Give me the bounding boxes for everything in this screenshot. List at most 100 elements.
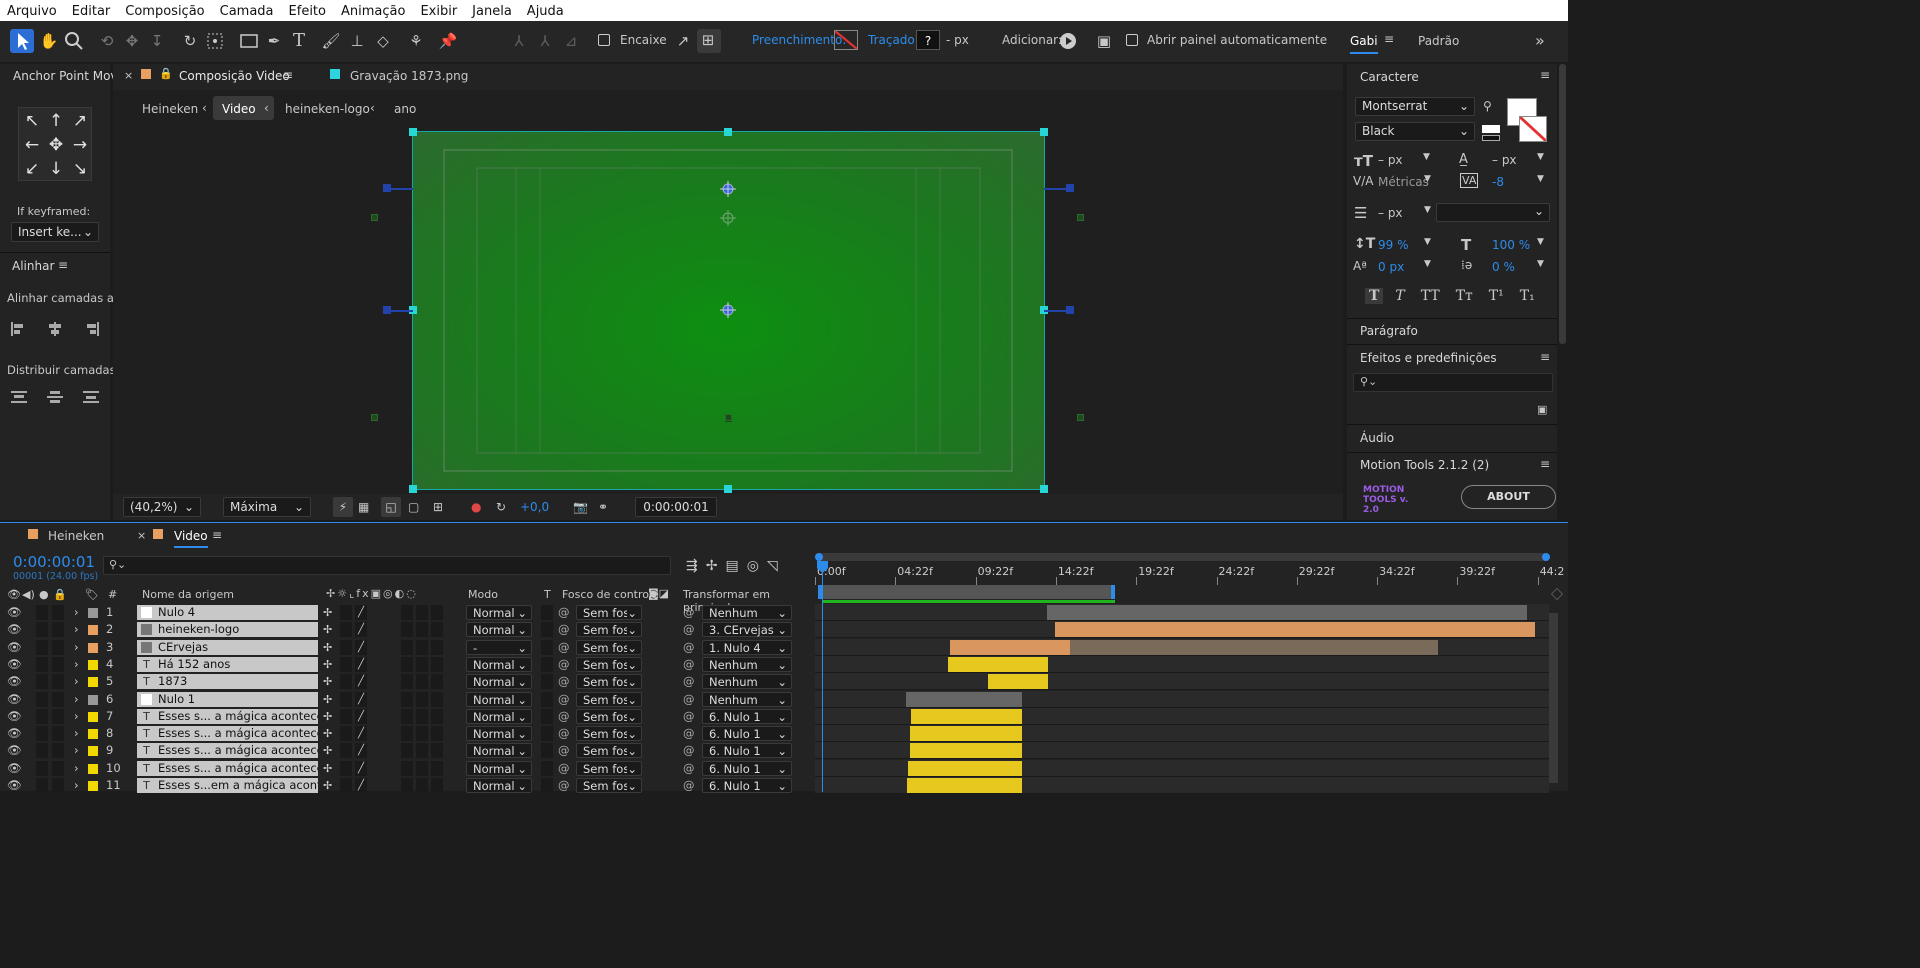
parent-select[interactable]: 6. Nulo 1 ⌄ <box>702 778 792 793</box>
lock-switch[interactable] <box>52 778 64 793</box>
matte-pickwhip-icon[interactable]: @ <box>558 761 570 776</box>
dropdown-arrow-icon[interactable]: ▼ <box>1423 152 1430 162</box>
collapse-switch[interactable] <box>340 622 352 638</box>
adjustment-switch[interactable] <box>416 691 428 707</box>
parent-select[interactable]: 6. Nulo 1 ⌄ <box>702 726 792 742</box>
dropdown-arrow-icon[interactable]: ▼ <box>1537 152 1544 162</box>
layer-handle[interactable] <box>1066 184 1074 192</box>
3d-switch[interactable] <box>431 622 443 638</box>
3d-switch[interactable] <box>431 778 443 793</box>
expand-chevron-icon[interactable]: › <box>74 657 79 672</box>
horizontal-scale-value[interactable]: 100 % <box>1492 238 1530 252</box>
layer-name[interactable]: Esses s... a mágica acontecer 3 <box>158 743 318 758</box>
table-row[interactable]: 👁 › 11 T Esses s...em a mágica acontecer… <box>0 777 1549 794</box>
parent-pickwhip-icon[interactable]: @ <box>683 743 695 758</box>
shy-switch-icon[interactable]: ✢ <box>323 674 337 689</box>
zoom-select[interactable]: (40,2%) ⌄ <box>123 497 201 517</box>
right-scrollbar[interactable] <box>1559 64 1566 344</box>
quality-switch-icon[interactable]: ╱ <box>355 691 367 707</box>
anchor-tool-icon[interactable] <box>204 30 226 55</box>
3d-switch[interactable] <box>431 674 443 690</box>
fast-preview-icon[interactable]: ⚡ <box>333 497 353 517</box>
expand-chevron-icon[interactable]: › <box>74 622 79 637</box>
adjustment-switch[interactable] <box>416 605 428 620</box>
timeline-scrollbar[interactable] <box>1549 613 1558 783</box>
preserve-transparency-switch[interactable] <box>541 639 553 655</box>
adjustment-switch[interactable] <box>416 639 428 655</box>
baseline-shift-value[interactable]: 0 px <box>1378 260 1404 274</box>
3d-switch[interactable] <box>431 656 443 672</box>
lock-switch[interactable] <box>52 691 64 707</box>
blend-mode-select[interactable]: Normal ⌄ <box>466 760 532 776</box>
adjustment-switch[interactable] <box>416 656 428 672</box>
preserve-transparency-switch[interactable] <box>541 760 553 776</box>
parent-select[interactable]: 6. Nulo 1 ⌄ <box>702 760 792 776</box>
menu-item[interactable]: Arquivo <box>0 0 65 21</box>
anchor-bottom-left-icon[interactable]: ↙ <box>25 159 39 179</box>
layer-name[interactable]: heineken-logo <box>158 622 318 637</box>
dropdown-arrow-icon[interactable]: ▼ <box>1537 237 1544 247</box>
layer-duration-bar[interactable] <box>1047 605 1527 620</box>
blend-mode-select[interactable]: Normal ⌄ <box>466 708 532 724</box>
all-caps-icon[interactable]: TT <box>1417 288 1444 304</box>
layer-name[interactable]: Esses s... a mágica acontecer 2 <box>158 761 318 776</box>
layer-label-color[interactable] <box>88 659 98 670</box>
dropdown-arrow-icon[interactable]: ▼ <box>1424 174 1431 184</box>
track-matte-select[interactable]: Sem fos ⌄ <box>576 605 642 620</box>
stroke-width-value[interactable]: - px <box>946 33 969 47</box>
align-left-icon[interactable] <box>10 321 28 340</box>
lock-switch[interactable] <box>52 622 64 638</box>
expand-chevron-icon[interactable]: › <box>74 761 79 776</box>
matte-pickwhip-icon[interactable]: @ <box>558 674 570 689</box>
expand-chevron-icon[interactable]: › <box>74 605 79 620</box>
solo-switch[interactable] <box>36 708 48 724</box>
transform-handle[interactable] <box>409 128 417 136</box>
axis-local-icon[interactable]: ⅄ <box>508 30 530 52</box>
motion-blur-switch[interactable] <box>401 656 413 672</box>
motion-blur-switch[interactable] <box>401 622 413 638</box>
transform-handle[interactable] <box>724 485 732 493</box>
quality-switch-icon[interactable]: ╱ <box>355 622 367 638</box>
layer-label-color[interactable] <box>88 625 98 636</box>
adjustment-switch[interactable] <box>416 622 428 638</box>
quality-switch-icon[interactable]: ╱ <box>355 778 367 793</box>
visibility-eye-icon[interactable]: 👁 <box>7 692 22 707</box>
layer-duration-bar[interactable] <box>910 726 1022 742</box>
3d-switch[interactable] <box>431 743 443 759</box>
layer-handle[interactable] <box>383 306 391 314</box>
distribute-center-icon[interactable] <box>46 389 64 408</box>
3d-switch[interactable] <box>431 760 443 776</box>
resolution-select[interactable]: Máxima ⌄ <box>223 497 311 517</box>
dropdown-arrow-icon[interactable]: ▼ <box>1424 259 1431 269</box>
layer-label-color[interactable] <box>88 608 98 618</box>
expand-chevron-icon[interactable]: › <box>74 709 79 724</box>
anchor-bottom-icon[interactable]: ↓ <box>49 159 63 179</box>
shy-switch-icon[interactable]: ✢ <box>323 622 337 637</box>
table-row[interactable]: 👁 › 9 T Esses s... a mágica acontecer 3 … <box>0 742 1549 760</box>
shy-switch-icon[interactable]: ✢ <box>323 726 337 741</box>
collapse-switch[interactable] <box>340 674 352 690</box>
3d-switch[interactable] <box>431 605 443 620</box>
track-matte-select[interactable]: Sem fos ⌄ <box>576 708 642 724</box>
parent-select[interactable]: 1. Nulo 4 ⌄ <box>702 639 792 655</box>
dropdown-arrow-icon[interactable]: ▼ <box>1537 174 1544 184</box>
shy-switch-icon[interactable]: ✢ <box>323 709 337 724</box>
solo-switch[interactable] <box>36 656 48 672</box>
snap-edge-icon[interactable]: ↗ <box>672 30 694 52</box>
show-snapshot-icon[interactable]: ⚭ <box>598 497 608 517</box>
shy-switch-icon[interactable]: ✢ <box>323 605 337 620</box>
visibility-eye-icon[interactable]: 👁 <box>7 726 22 741</box>
transform-handle[interactable] <box>724 128 732 136</box>
layer-handle[interactable] <box>1066 306 1074 314</box>
anchor-top-left-icon[interactable]: ↖ <box>25 111 39 131</box>
layer-label-color[interactable] <box>88 746 98 757</box>
small-caps-icon[interactable]: Tᴛ <box>1452 288 1477 304</box>
eraser-tool-icon[interactable]: ◇ <box>372 30 394 52</box>
adjustment-switch[interactable] <box>416 708 428 724</box>
distribute-top-icon[interactable] <box>10 389 28 408</box>
bounding-point[interactable] <box>371 414 378 421</box>
subscript-icon[interactable]: T₁ <box>1516 288 1539 304</box>
grid-guides-icon[interactable]: ⊞ <box>433 497 443 517</box>
shy-switch-icon[interactable]: ✢ <box>323 743 337 758</box>
layer-label-color[interactable] <box>88 677 98 688</box>
